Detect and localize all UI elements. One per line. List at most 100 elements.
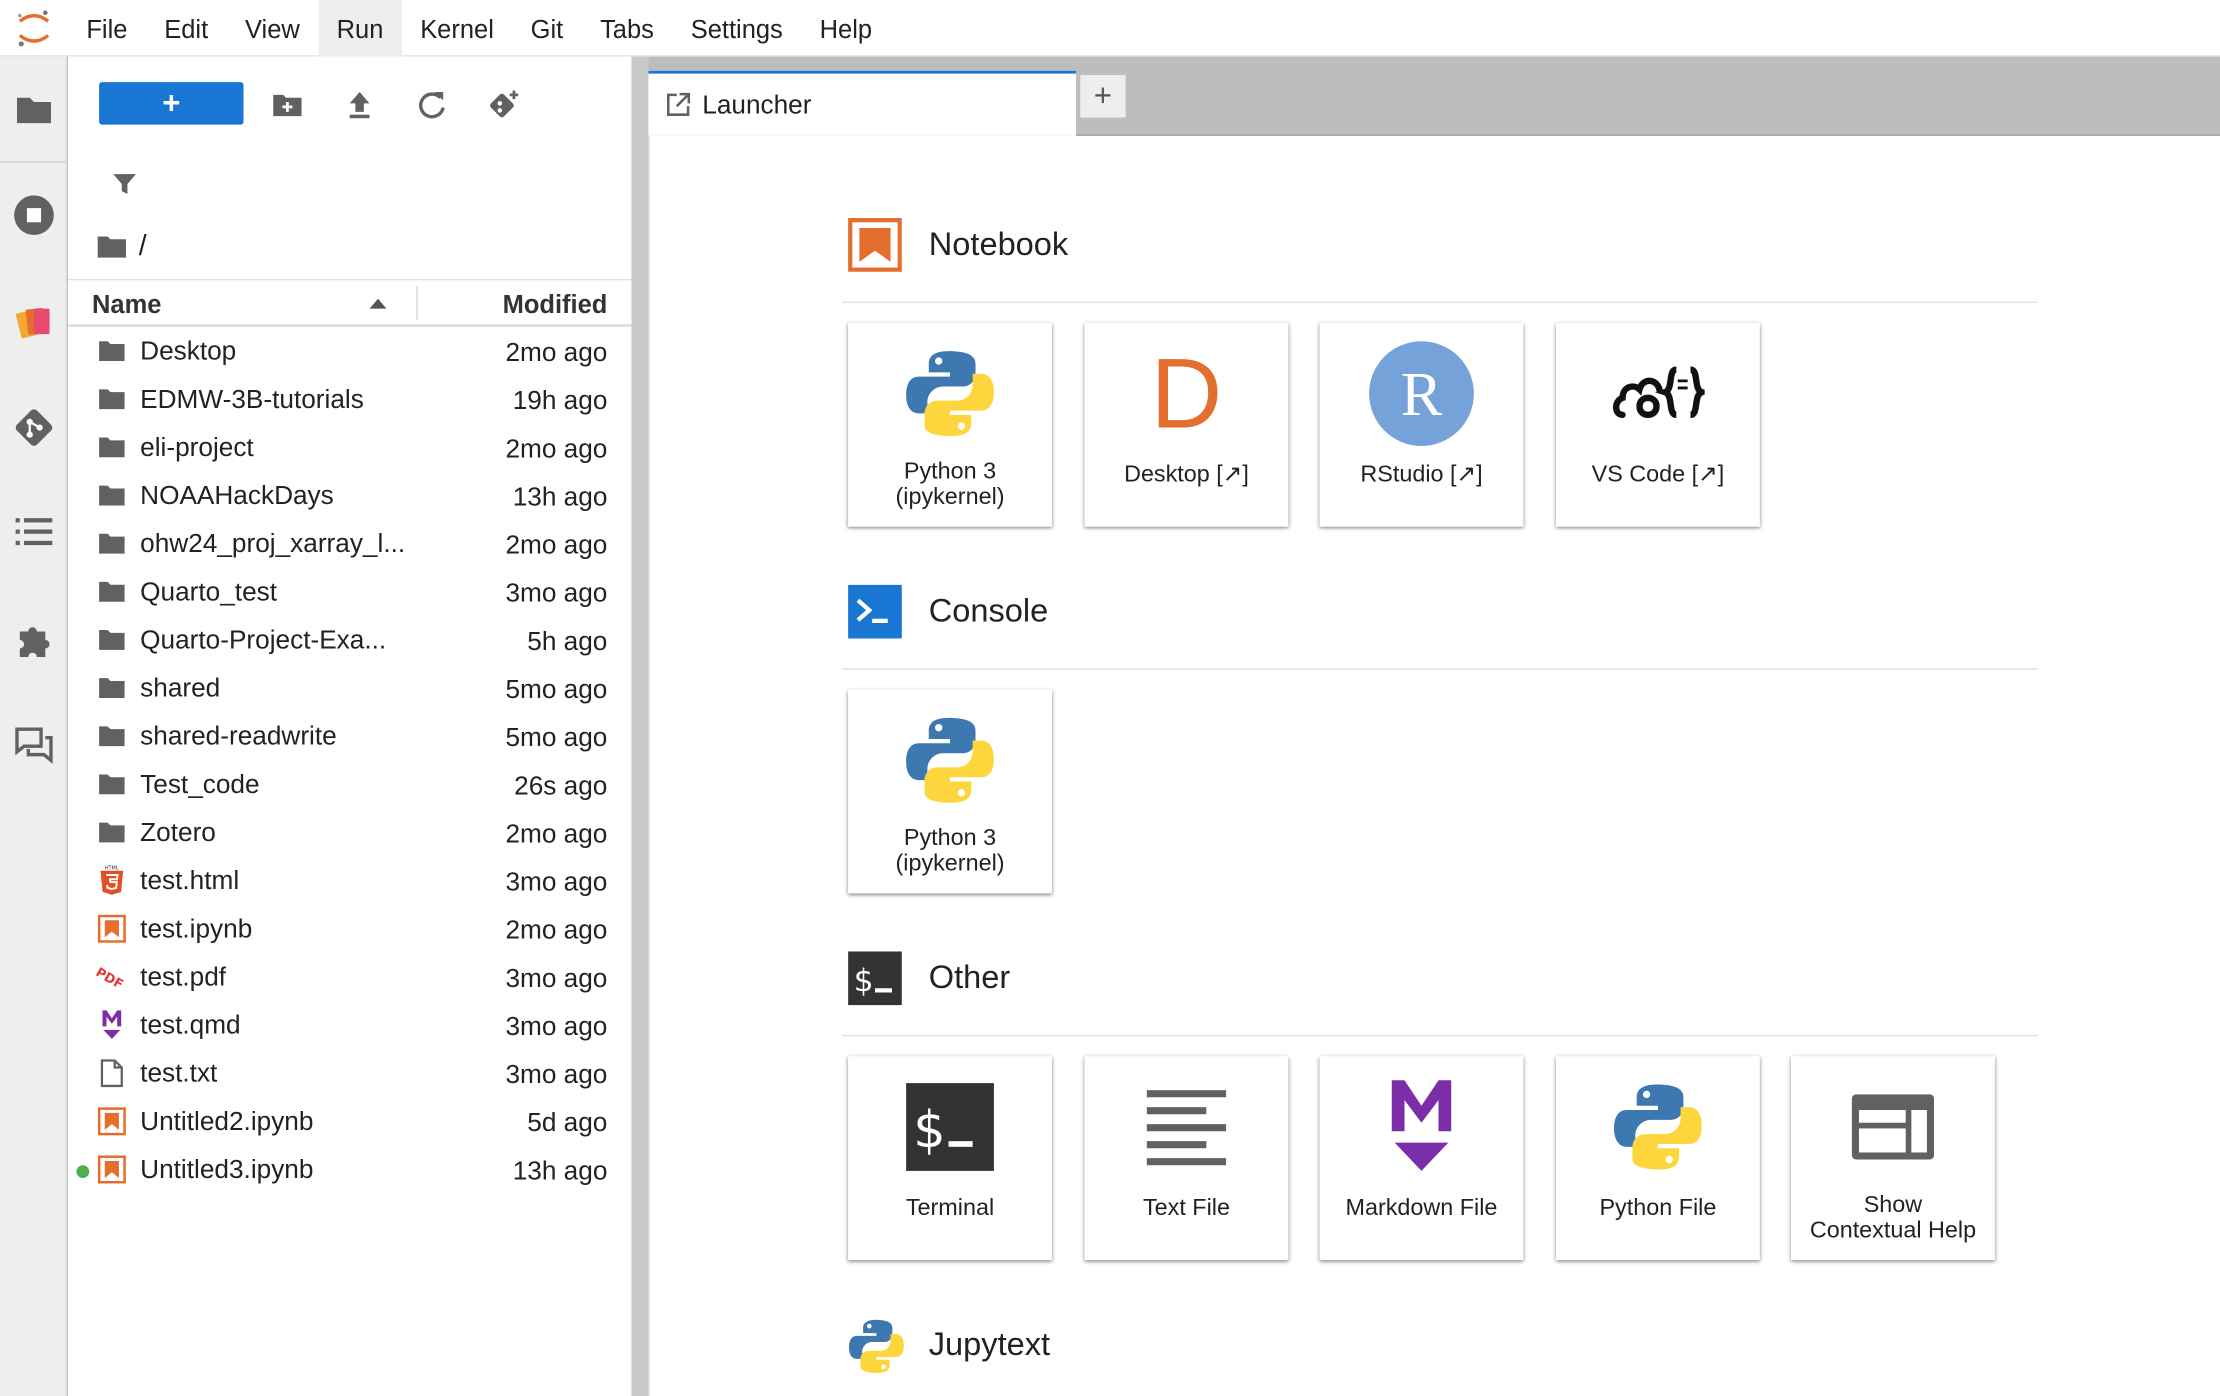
breadcrumb-home-folder-icon[interactable] (96, 234, 127, 259)
file-list-item[interactable]: Zotero 2mo ago (68, 808, 631, 856)
git-icon[interactable] (0, 394, 68, 462)
menu-view[interactable]: View (227, 0, 319, 56)
column-separator (416, 285, 418, 320)
column-header-modified[interactable]: Modified (503, 290, 608, 320)
section-title-console: Console (928, 591, 1049, 629)
column-header-name[interactable]: Name (92, 290, 161, 320)
tab-launcher[interactable]: Launcher (648, 70, 1077, 136)
notebook-file-icon (96, 914, 127, 943)
file-browser-folder-icon[interactable] (0, 75, 68, 143)
launcher-card-contextual-help[interactable]: Show Contextual Help (1791, 1056, 1995, 1261)
file-modified: 3mo ago (505, 1010, 608, 1041)
file-list-item[interactable]: Desktop 2mo ago (68, 327, 631, 375)
git-clone-icon[interactable] (486, 86, 523, 123)
upload-icon[interactable] (341, 86, 378, 123)
folder-icon (96, 433, 127, 461)
refresh-icon[interactable] (413, 86, 450, 123)
table-of-contents-icon[interactable] (0, 498, 68, 566)
menu-run[interactable]: Run (318, 0, 402, 56)
svg-text:$: $ (913, 1101, 945, 1160)
section-title-notebook: Notebook (928, 225, 1069, 262)
file-list-item[interactable]: test.qmd 3mo ago (68, 1001, 631, 1049)
folder-icon (96, 722, 127, 750)
new-folder-icon[interactable] (269, 86, 306, 123)
breadcrumb[interactable]: / (96, 229, 147, 263)
file-list-item[interactable]: ohw24_proj_xarray_l... 2mo ago (68, 520, 631, 568)
file-name: Untitled3.ipynb (140, 1153, 314, 1184)
card-label: Markdown File (1345, 1194, 1498, 1221)
section-title-other: Other (928, 958, 1011, 996)
menu-settings[interactable]: Settings (672, 0, 801, 56)
card-label: Python 3 (ipykernel) (895, 825, 1005, 877)
launcher-card-text-file[interactable]: Text File (1084, 1056, 1289, 1261)
chat-icon[interactable] (0, 711, 68, 779)
menu-tabs[interactable]: Tabs (582, 0, 673, 56)
file-list-item[interactable]: Untitled3.ipynb 13h ago (68, 1145, 631, 1193)
file-name: Zotero (140, 816, 216, 847)
extension-manager-icon[interactable] (0, 606, 68, 674)
card-label: Python 3 (ipykernel) (895, 458, 1005, 510)
file-list-item[interactable]: Untitled2.ipynb 5d ago (68, 1097, 631, 1145)
file-list-item[interactable]: Test_code 26s ago (68, 760, 631, 808)
file-list-item[interactable]: Quarto-Project-Exa... 5h ago (68, 616, 631, 664)
menu-git[interactable]: Git (512, 0, 581, 56)
launcher-card-console-python3[interactable]: Python 3 (ipykernel) (848, 689, 1052, 894)
file-list-item[interactable]: HTML test.html 3mo ago (68, 857, 631, 905)
folder-icon (96, 578, 127, 606)
panel-splitter[interactable] (631, 56, 649, 1396)
menu-kernel[interactable]: Kernel (402, 0, 512, 56)
section-notebook: Notebook (842, 218, 2038, 303)
running-sessions-icon[interactable] (0, 181, 68, 249)
file-modified: 5mo ago (505, 673, 608, 704)
file-list-item[interactable]: eli-project 2mo ago (68, 423, 631, 471)
file-name: ohw24_proj_xarray_l... (140, 528, 406, 558)
file-list-item[interactable]: test.txt 3mo ago (68, 1049, 631, 1097)
sort-ascending-icon[interactable] (369, 298, 387, 309)
file-list-item[interactable]: shared 5mo ago (68, 664, 631, 712)
menu-help[interactable]: Help (801, 0, 890, 56)
file-list-item[interactable]: NOAAHackDays 13h ago (68, 471, 631, 519)
file-name: NOAAHackDays (140, 479, 334, 510)
file-list: Desktop 2mo ago EDMW-3B-tutorials 19h ago el… (68, 327, 631, 1193)
add-tab-button[interactable]: + (1078, 73, 1127, 119)
file-name: test.html (140, 865, 240, 895)
activity-divider (0, 161, 68, 163)
file-list-item[interactable]: EDMW-3B-tutorials 19h ago (68, 375, 631, 423)
launcher-card-notebook-python3[interactable]: Python 3 (ipykernel) (848, 322, 1052, 527)
card-label: Terminal (905, 1194, 995, 1221)
launcher-tab-icon (666, 92, 691, 116)
file-list-item[interactable]: shared-readwrite 5mo ago (68, 712, 631, 760)
launcher-card-vscode[interactable]: VS Code [↗] (1555, 322, 1760, 527)
svg-text:PDF: PDF (96, 965, 125, 992)
file-modified: 2mo ago (505, 914, 608, 945)
section-title-jupytext: Jupytext (928, 1325, 1051, 1363)
launcher-card-markdown-file[interactable]: Markdown File (1319, 1056, 1524, 1261)
file-modified: 2mo ago (505, 336, 608, 367)
pdf-file-icon: PDF (96, 963, 127, 992)
file-list-item[interactable]: test.ipynb 2mo ago (68, 905, 631, 953)
file-modified: 5mo ago (505, 722, 608, 752)
file-modified: 3mo ago (505, 962, 608, 993)
card-label: VS Code [↗] (1591, 461, 1725, 488)
folder-icon (96, 385, 127, 413)
launcher-card-rstudio[interactable]: R RStudio [↗] (1319, 322, 1524, 527)
property-inspector-icon[interactable] (0, 289, 68, 357)
new-launcher-button[interactable]: + (99, 82, 244, 125)
menu-edit[interactable]: Edit (146, 0, 227, 56)
file-list-item[interactable]: PDF test.pdf 3mo ago (68, 953, 631, 1001)
launcher-card-desktop[interactable]: D Desktop [↗] (1084, 322, 1289, 527)
file-name: Untitled2.ipynb (140, 1105, 314, 1136)
text-file-icon (96, 1059, 127, 1088)
file-name: test.qmd (140, 1009, 241, 1040)
filter-icon[interactable] (110, 170, 147, 204)
breadcrumb-root[interactable]: / (139, 230, 147, 263)
file-list-item[interactable]: Quarto_test 3mo ago (68, 568, 631, 616)
launcher-card-python-file[interactable]: Python File (1555, 1056, 1760, 1261)
file-list-header: Name Modified (67, 278, 632, 328)
rstudio-icon: R (1320, 337, 1524, 450)
left-activity-bar (0, 56, 68, 1396)
file-browser-toolbar: + (68, 57, 631, 153)
tab-launcher-label: Launcher (702, 89, 812, 119)
launcher-card-terminal[interactable]: $ Terminal (848, 1056, 1052, 1261)
menu-file[interactable]: File (68, 0, 146, 56)
